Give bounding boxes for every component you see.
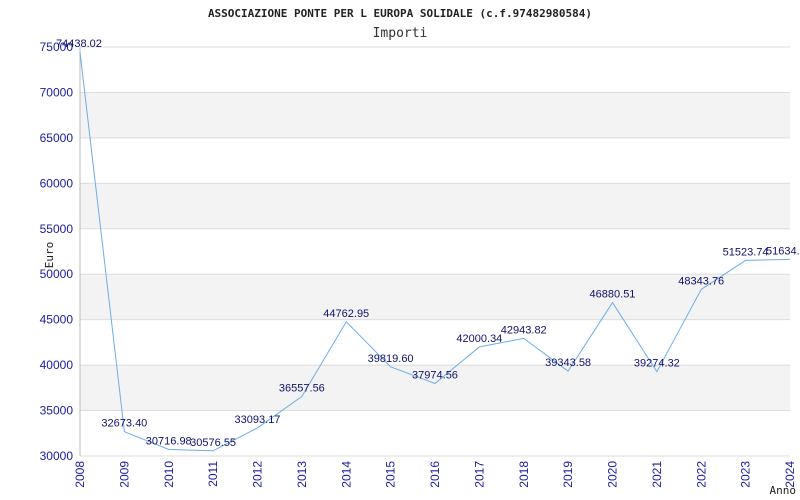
x-tick-label: 2019 bbox=[561, 461, 575, 488]
data-label: 30716.98 bbox=[146, 435, 192, 447]
x-tick-label: 2016 bbox=[428, 461, 442, 488]
x-tick-label: 2008 bbox=[73, 461, 87, 488]
x-tick-label: 2009 bbox=[117, 461, 131, 488]
data-label: 42000.34 bbox=[456, 333, 502, 345]
data-label: 36557.56 bbox=[279, 382, 325, 394]
x-tick-label: 2011 bbox=[206, 461, 220, 487]
x-tick-label: 2021 bbox=[650, 461, 664, 488]
data-label: 74438.02 bbox=[56, 38, 102, 50]
background-bands bbox=[80, 92, 790, 411]
data-label: 32673.40 bbox=[101, 418, 147, 430]
x-tick-label: 2020 bbox=[606, 461, 620, 488]
y-tick-label: 45000 bbox=[40, 313, 74, 327]
data-label: 44762.95 bbox=[323, 308, 369, 320]
y-tick-label: 70000 bbox=[40, 85, 74, 99]
data-label: 39343.58 bbox=[545, 357, 591, 369]
data-label: 39274.32 bbox=[634, 358, 680, 370]
data-label: 37974.56 bbox=[412, 370, 458, 382]
x-tick-label: 2023 bbox=[739, 461, 753, 488]
data-label: 39819.60 bbox=[368, 353, 414, 365]
chart-title: ASSOCIAZIONE PONTE PER L EUROPA SOLIDALE… bbox=[208, 7, 592, 20]
x-axis-ticks: 2008 2009 2010 2011 2012 2013 2014 2015 2016 2017… bbox=[73, 461, 797, 488]
x-tick-label: 2012 bbox=[251, 461, 265, 488]
background-band bbox=[80, 183, 790, 229]
data-label: 51634. bbox=[766, 245, 800, 257]
data-label: 46880.51 bbox=[590, 289, 636, 301]
x-tick-label: 2014 bbox=[339, 461, 353, 488]
y-tick-label: 65000 bbox=[40, 131, 74, 145]
x-tick-label: 2017 bbox=[472, 461, 486, 488]
x-tick-label: 2013 bbox=[295, 461, 309, 488]
y-tick-label: 50000 bbox=[40, 267, 74, 281]
data-label: 33093.17 bbox=[235, 414, 281, 426]
y-axis-label: Euro bbox=[43, 242, 56, 269]
data-label: 51523.74 bbox=[723, 246, 769, 258]
y-tick-label: 30000 bbox=[40, 449, 74, 463]
x-tick-label: 2015 bbox=[384, 461, 398, 488]
y-tick-label: 40000 bbox=[40, 358, 74, 372]
x-tick-label: 2010 bbox=[162, 461, 176, 488]
y-tick-label: 35000 bbox=[40, 404, 74, 418]
data-label: 30576.55 bbox=[190, 437, 236, 449]
line-chart: ASSOCIAZIONE PONTE PER L EUROPA SOLIDALE… bbox=[40, 7, 800, 497]
x-axis-label: Anno bbox=[770, 484, 797, 497]
x-tick-label: 2018 bbox=[517, 461, 531, 488]
y-tick-label: 55000 bbox=[40, 222, 74, 236]
y-tick-label: 60000 bbox=[40, 176, 74, 190]
data-label: 48343.76 bbox=[678, 275, 724, 287]
data-label: 42943.82 bbox=[501, 324, 547, 336]
background-band bbox=[80, 92, 790, 138]
x-tick-label: 2022 bbox=[694, 461, 708, 488]
chart-subtitle: Importi bbox=[373, 26, 428, 41]
